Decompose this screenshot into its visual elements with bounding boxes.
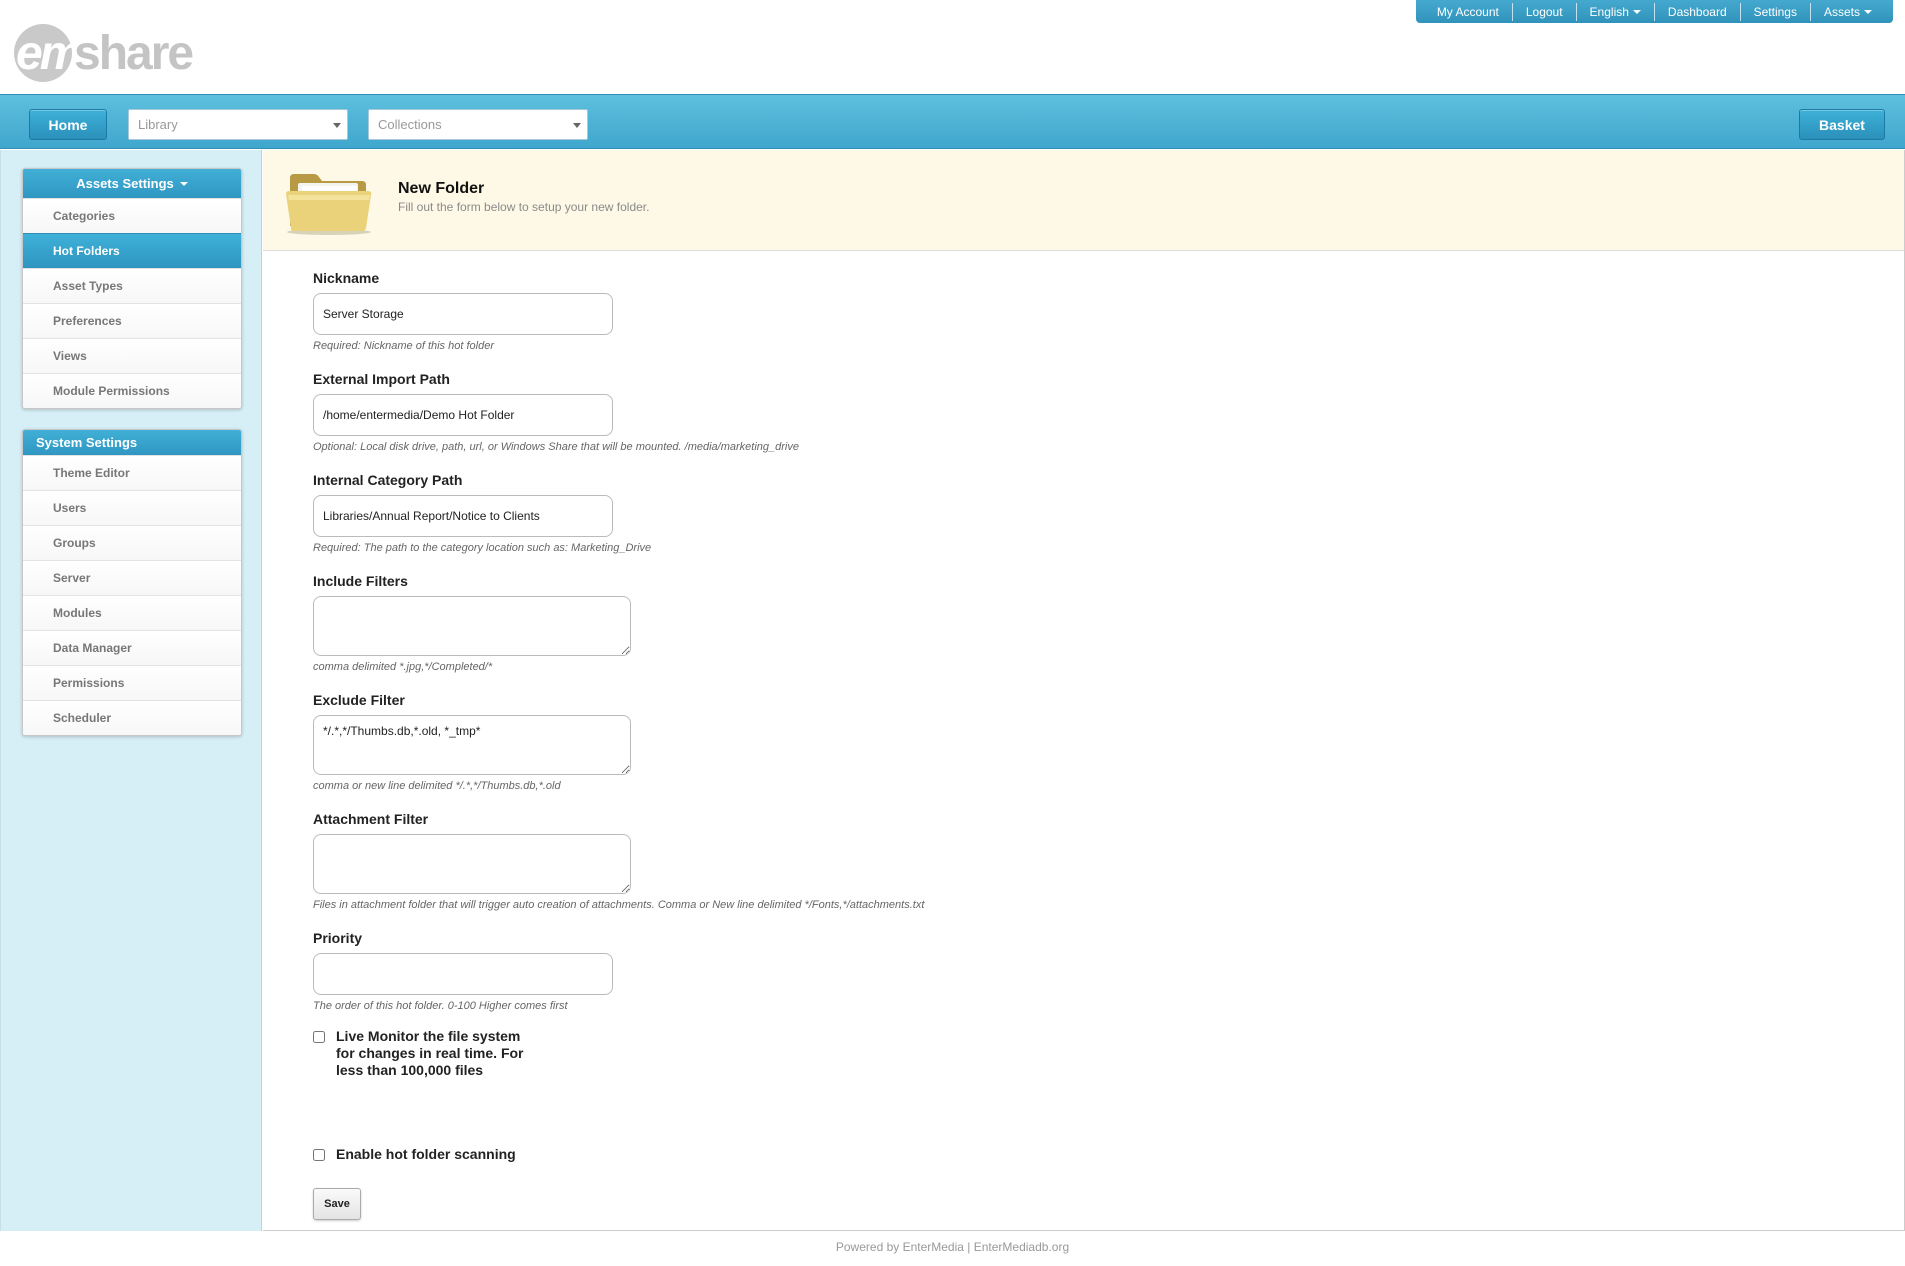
collections-select[interactable]: Collections [368, 109, 588, 140]
sidebar-item-hot-folders[interactable]: Hot Folders [23, 233, 241, 268]
language-dropdown[interactable]: English [1577, 2, 1655, 21]
attachment-filter-help: Files in attachment folder that will tri… [313, 899, 925, 911]
library-select-placeholder: Library [138, 117, 178, 132]
logo-em-text: em [16, 27, 82, 80]
my-account-link[interactable]: My Account [1424, 2, 1513, 21]
system-settings-title: System Settings [36, 435, 138, 450]
folder-icon [286, 174, 372, 235]
sidebar-item-groups[interactable]: Groups [23, 525, 241, 560]
sidebar-item-server[interactable]: Server [23, 560, 241, 595]
sidebar-item-module-permissions[interactable]: Module Permissions [23, 373, 241, 408]
sidebar-item-categories[interactable]: Categories [23, 198, 241, 233]
sidebar-item-views[interactable]: Views [23, 338, 241, 373]
exclude-filter-textarea[interactable]: */.*,*/Thumbs.db,*.old, *_tmp* [313, 715, 631, 775]
sidebar-item-modules[interactable]: Modules [23, 595, 241, 630]
dashboard-label: Dashboard [1667, 4, 1727, 19]
include-filters-field-group: Include Filters comma delimited *.jpg,*/… [313, 573, 631, 673]
exclude-filter-label: Exclude Filter [313, 692, 405, 708]
main-content: New Folder Fill out the form below to se… [263, 150, 1905, 1231]
exclude-filter-field-group: Exclude Filter */.*,*/Thumbs.db,*.old, *… [313, 692, 631, 792]
assets-dropdown[interactable]: Assets [1811, 3, 1885, 21]
nickname-help: Required: Nickname of this hot folder [313, 340, 494, 352]
page-header: New Folder Fill out the form below to se… [263, 150, 1904, 251]
priority-help: The order of this hot folder. 0-100 High… [313, 1000, 568, 1012]
assets-settings-title: Assets Settings [76, 176, 174, 191]
internal-category-path-help: Required: The path to the category locat… [313, 542, 652, 554]
logout-link[interactable]: Logout [1513, 2, 1577, 21]
live-monitor-label: Live Monitor the file system for changes… [336, 1028, 524, 1079]
chevron-down-icon [573, 123, 581, 128]
logout-label: Logout [1525, 4, 1563, 19]
enable-scanning-label: Enable hot folder scanning [336, 1146, 516, 1162]
live-monitor-label-line-2: for changes in real time. For [336, 1045, 524, 1061]
include-filters-help: comma delimited *.jpg,*/Completed/* [313, 661, 493, 673]
sidebar-item-users[interactable]: Users [23, 490, 241, 525]
priority-label: Priority [313, 930, 363, 946]
logo-share-text: share [74, 27, 194, 80]
priority-field-group: Priority The order of this hot folder. 0… [313, 930, 613, 1012]
system-settings-panel: System Settings Theme Editor Users Group… [22, 429, 242, 736]
nickname-input[interactable] [313, 293, 613, 335]
page-title: New Folder [398, 180, 485, 197]
settings-label: Settings [1753, 4, 1797, 19]
sidebar-item-preferences[interactable]: Preferences [23, 303, 241, 338]
top-header: em share My Account Logout English Dashb… [0, 0, 1905, 94]
assets-label: Assets [1823, 4, 1860, 19]
collections-select-placeholder: Collections [378, 117, 442, 132]
basket-button-label: Basket [1819, 116, 1865, 133]
live-monitor-checkbox[interactable] [313, 1031, 325, 1043]
sidebar-item-scheduler[interactable]: Scheduler [23, 700, 241, 735]
settings-sidebar: Assets Settings Categories Hot Folders A… [0, 150, 262, 1231]
include-filters-textarea[interactable] [313, 596, 631, 656]
dashboard-link[interactable]: Dashboard [1655, 2, 1741, 21]
page-subtitle: Fill out the form below to setup your ne… [398, 200, 650, 214]
my-account-label: My Account [1436, 4, 1499, 19]
sidebar-item-permissions[interactable]: Permissions [23, 665, 241, 700]
enable-scanning-row: Enable hot folder scanning [313, 1146, 516, 1163]
sidebar-item-data-manager[interactable]: Data Manager [23, 630, 241, 665]
attachment-filter-field-group: Attachment Filter Files in attachment fo… [313, 811, 924, 911]
nickname-label: Nickname [313, 270, 380, 286]
emshare-logo[interactable]: em share [14, 22, 194, 82]
language-label: English [1589, 4, 1629, 19]
top-utility-nav: My Account Logout English Dashboard Sett… [1415, 0, 1893, 23]
chevron-down-icon [179, 181, 188, 186]
external-import-path-field-group: External Import Path Optional: Local dis… [313, 371, 799, 453]
live-monitor-row: Live Monitor the file system for changes… [313, 1028, 524, 1079]
sidebar-item-asset-types[interactable]: Asset Types [23, 268, 241, 303]
internal-category-path-field-group: Internal Category Path Required: The pat… [313, 472, 651, 554]
footer: Powered by EnterMedia | EnterMediadb.org [835, 1240, 1070, 1254]
assets-settings-dropdown[interactable]: Assets Settings [23, 169, 241, 198]
basket-button[interactable]: Basket [1799, 109, 1885, 140]
main-navbar: Home Library Collections Basket [0, 94, 1905, 149]
system-settings-header: System Settings [23, 430, 241, 455]
attachment-filter-label: Attachment Filter [313, 811, 429, 827]
library-select[interactable]: Library [128, 109, 348, 140]
live-monitor-label-line-1: Live Monitor the file system [336, 1028, 521, 1044]
chevron-down-icon [1864, 10, 1872, 15]
enable-scanning-checkbox[interactable] [313, 1149, 325, 1161]
save-button[interactable]: Save [313, 1188, 361, 1220]
priority-input[interactable] [313, 953, 613, 995]
internal-category-path-input[interactable] [313, 495, 613, 537]
external-import-path-input[interactable] [313, 394, 613, 436]
external-import-path-label: External Import Path [313, 371, 450, 387]
external-import-path-help: Optional: Local disk drive, path, url, o… [313, 441, 799, 453]
attachment-filter-textarea[interactable] [313, 834, 631, 894]
sidebar-item-theme-editor[interactable]: Theme Editor [23, 455, 241, 490]
internal-category-path-label: Internal Category Path [313, 472, 463, 488]
chevron-down-icon [1632, 10, 1641, 15]
live-monitor-label-line-3: less than 100,000 files [336, 1062, 484, 1078]
assets-settings-panel: Assets Settings Categories Hot Folders A… [22, 168, 242, 409]
home-button[interactable]: Home [29, 109, 107, 140]
home-button-label: Home [48, 116, 88, 133]
nickname-field-group: Nickname Required: Nickname of this hot … [313, 270, 613, 352]
settings-link[interactable]: Settings [1741, 2, 1811, 21]
include-filters-label: Include Filters [313, 573, 408, 589]
exclude-filter-help: comma or new line delimited */.*,*/Thumb… [313, 780, 561, 792]
chevron-down-icon [333, 123, 341, 128]
